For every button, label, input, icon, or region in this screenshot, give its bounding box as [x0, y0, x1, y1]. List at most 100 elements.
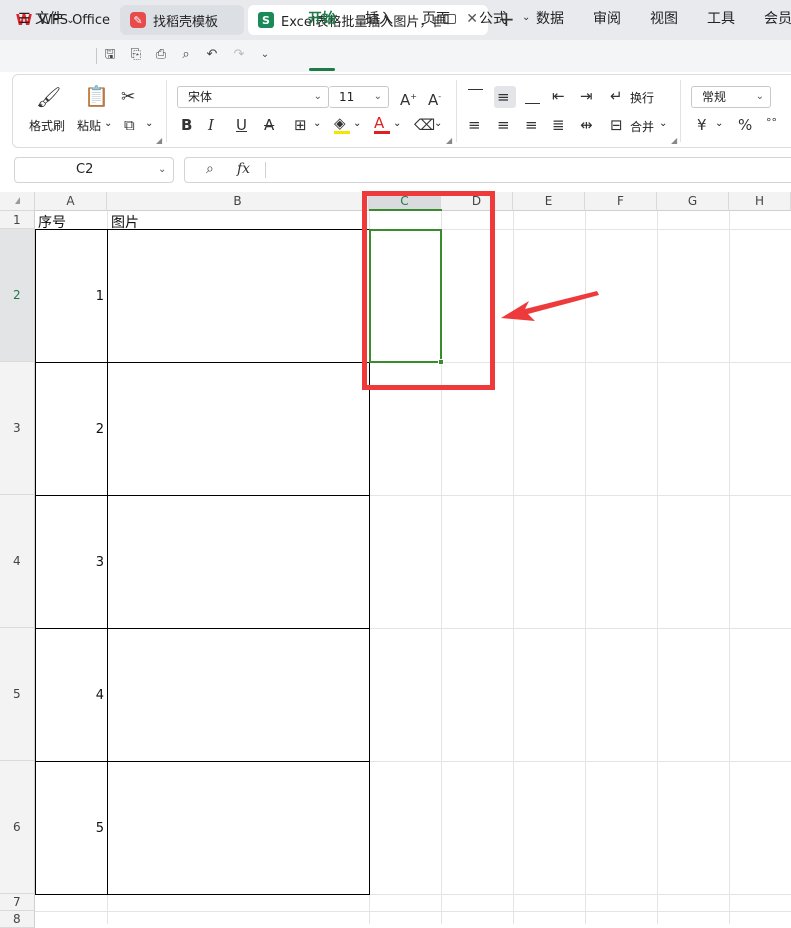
formula-input[interactable]	[184, 157, 791, 183]
column-header-f[interactable]: F	[585, 192, 657, 211]
align-top-icon[interactable]: ⎺	[468, 87, 483, 105]
font-name-select[interactable]: 宋体 ⌄	[177, 86, 329, 108]
export-pdf-icon[interactable]: ⎘	[128, 47, 144, 63]
align-left-icon[interactable]: ≡	[468, 116, 481, 134]
chevron-down-icon[interactable]: ⌄	[659, 118, 667, 129]
column-header-b[interactable]: B	[107, 192, 369, 211]
format-painter-icon[interactable]: 🖌	[36, 87, 61, 107]
currency-format-button[interactable]: ¥	[697, 116, 707, 134]
font-color-swatch	[374, 131, 390, 134]
italic-icon[interactable]: I	[208, 116, 214, 134]
align-middle-icon[interactable]: ≡	[497, 88, 510, 106]
menu-tab-view[interactable]: 视图	[650, 8, 678, 28]
font-size-select[interactable]: 11 ⌄	[329, 86, 389, 108]
quick-access-dropdown-icon[interactable]: ⌄	[257, 47, 273, 63]
gridline	[657, 211, 658, 924]
decrease-font-icon[interactable]: A-	[428, 88, 441, 109]
borders-icon[interactable]: ⊞	[294, 116, 307, 134]
cell-a3[interactable]: 2	[44, 422, 104, 437]
chevron-down-icon[interactable]: ⌄	[104, 118, 112, 129]
row-header-7[interactable]: 7	[0, 894, 35, 911]
row-header-1[interactable]: 1	[0, 211, 35, 229]
chevron-down-icon[interactable]: ⌄	[313, 118, 321, 129]
column-header-g[interactable]: G	[657, 192, 729, 211]
tab-daoke-templates[interactable]: ✎ 找稻壳模板	[120, 5, 244, 35]
eraser-icon[interactable]: ⌫	[414, 116, 435, 134]
menu-tab-data[interactable]: 数据	[536, 8, 564, 28]
cut-icon[interactable]: ✂	[121, 88, 135, 106]
chevron-down-icon[interactable]: ⌄	[158, 164, 166, 175]
distribute-icon[interactable]: ⇹	[580, 116, 593, 134]
paste-label[interactable]: 粘贴	[77, 117, 101, 134]
menu-tab-member[interactable]: 会员	[764, 8, 791, 28]
font-color-icon[interactable]: A	[374, 114, 384, 132]
cell-a1-header[interactable]: 序号	[38, 212, 66, 232]
align-bottom-icon[interactable]: ⎽	[525, 87, 540, 105]
menu-tab-insert[interactable]: 插入	[365, 8, 393, 28]
cell-a2[interactable]: 1	[44, 289, 104, 304]
function-icon[interactable]: fx	[237, 161, 250, 177]
menu-tab-page[interactable]: 页面	[422, 8, 450, 28]
underline-icon[interactable]: U	[236, 116, 247, 134]
row-header-8[interactable]: 8	[0, 911, 35, 928]
print-preview-icon[interactable]: ⌕	[178, 47, 194, 63]
paste-icon[interactable]: 📋	[84, 86, 109, 106]
align-right-icon[interactable]: ≡	[525, 116, 538, 134]
expand-corner-icon[interactable]: ◢	[671, 136, 677, 145]
expand-corner-icon[interactable]: ◢	[156, 136, 162, 145]
number-format-value: 常规	[702, 90, 727, 104]
undo-icon[interactable]: ↶	[204, 47, 220, 63]
save-icon[interactable]: 🖫	[102, 47, 118, 63]
cell-a5[interactable]: 4	[44, 688, 104, 703]
chevron-down-icon[interactable]: ⌄	[145, 118, 153, 129]
row-header-6[interactable]: 6	[0, 761, 35, 894]
row-header-4[interactable]: 4	[0, 495, 35, 628]
thousands-separator-icon[interactable]: °°	[766, 114, 777, 132]
bold-icon[interactable]: B	[181, 116, 192, 134]
file-menu-button[interactable]: ☰ 文件 ⌄	[18, 8, 75, 28]
strikethrough-icon[interactable]: A	[264, 116, 274, 134]
merge-cells-icon[interactable]: ⊟	[610, 116, 623, 134]
chevron-down-icon[interactable]: ⌄	[353, 118, 361, 129]
column-header-h[interactable]: H	[729, 192, 791, 211]
menu-tab-tools[interactable]: 工具	[707, 8, 735, 28]
cell-a4[interactable]: 3	[44, 555, 104, 570]
fill-color-icon[interactable]: ◈	[334, 114, 346, 132]
table-border	[35, 229, 370, 230]
column-header-e[interactable]: E	[513, 192, 585, 211]
chevron-down-icon[interactable]: ⌄	[522, 12, 530, 23]
menu-tab-home[interactable]: 开始	[308, 8, 336, 28]
align-center-icon[interactable]: ≡	[497, 116, 510, 134]
chevron-down-icon[interactable]: ⌄	[715, 118, 723, 129]
table-border	[35, 894, 370, 895]
percent-format-button[interactable]: %	[738, 116, 752, 134]
increase-indent-icon[interactable]: ⇥	[580, 87, 593, 105]
decrease-indent-icon[interactable]: ⇤	[552, 87, 565, 105]
row-header-5[interactable]: 5	[0, 628, 35, 761]
menu-tab-formula[interactable]: 公式	[479, 8, 507, 28]
copy-icon[interactable]: ⧉	[124, 116, 135, 134]
cell-a6[interactable]: 5	[44, 821, 104, 836]
close-icon[interactable]: ✕	[466, 11, 478, 27]
file-menu-label: 文件	[35, 11, 64, 27]
increase-font-icon[interactable]: A+	[400, 88, 417, 109]
chevron-down-icon[interactable]: ⌄	[434, 118, 442, 129]
row-header-3[interactable]: 3	[0, 362, 35, 495]
redo-icon[interactable]: ↷	[231, 47, 247, 63]
print-icon[interactable]: ⎙	[153, 47, 169, 63]
search-icon[interactable]: ⌕	[206, 161, 214, 177]
column-header-a[interactable]: A	[35, 192, 107, 211]
chevron-down-icon[interactable]: ⌄	[393, 118, 401, 129]
cell-b1-header[interactable]: 图片	[111, 212, 139, 232]
wrap-text-icon[interactable]: ↵	[610, 87, 623, 105]
name-box[interactable]	[14, 157, 174, 183]
number-format-select[interactable]: 常规 ⌄	[691, 86, 771, 108]
format-painter-label[interactable]: 格式刷	[29, 117, 65, 134]
merge-cells-label[interactable]: 合并	[630, 118, 654, 135]
menu-tab-review[interactable]: 审阅	[593, 8, 621, 28]
wrap-text-label[interactable]: 换行	[630, 89, 654, 106]
justify-icon[interactable]: ≣	[552, 116, 565, 134]
tab-daoke-label: 找稻壳模板	[153, 14, 219, 30]
expand-corner-icon[interactable]: ◢	[446, 136, 452, 145]
row-header-2[interactable]: 2	[0, 229, 35, 362]
